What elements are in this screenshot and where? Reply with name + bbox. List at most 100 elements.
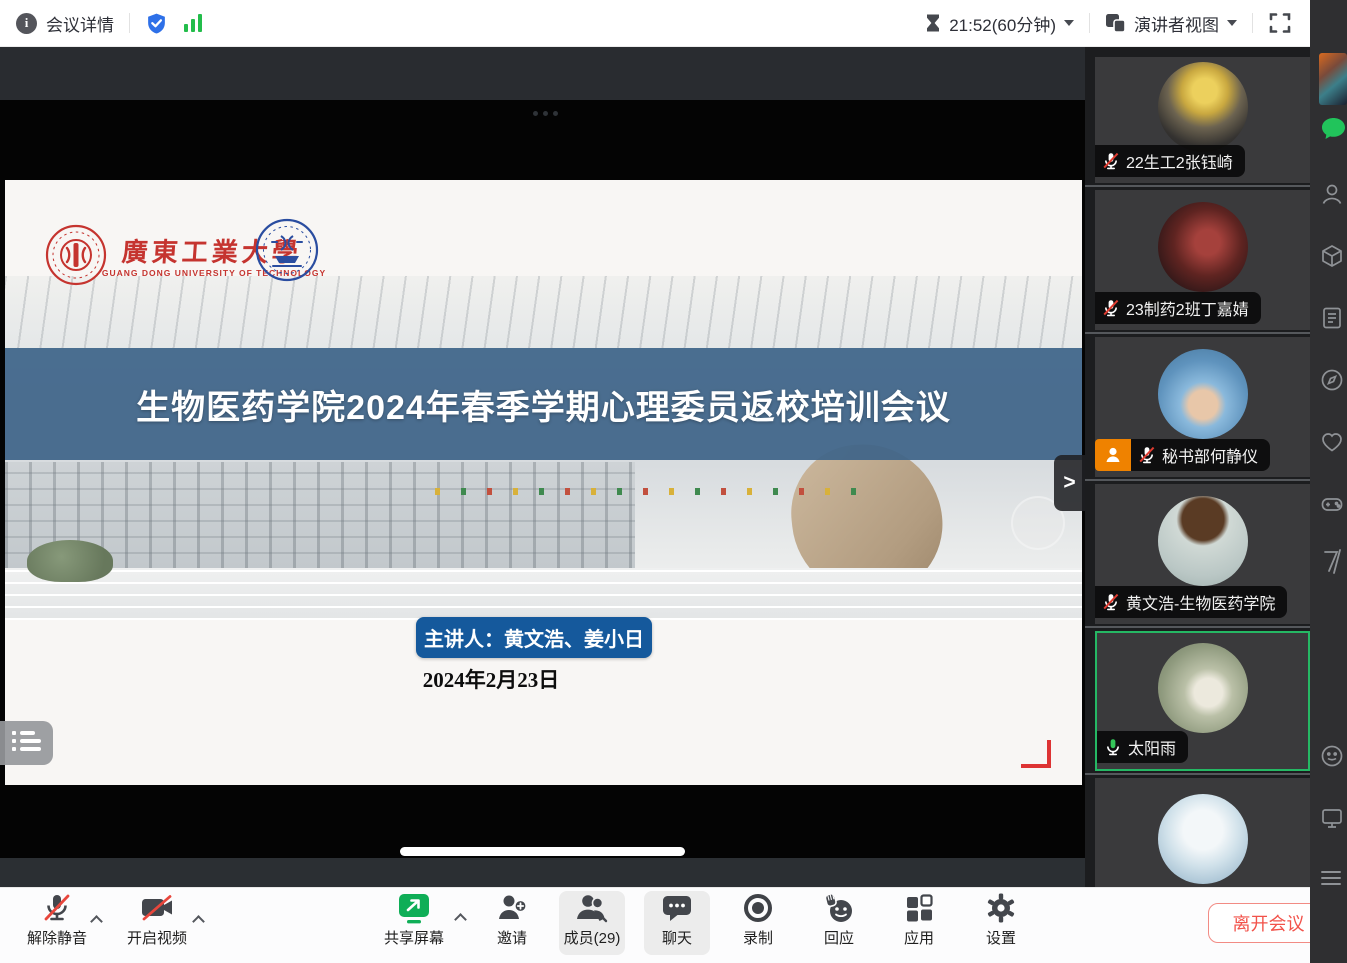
dock-smiley-icon[interactable] xyxy=(1320,744,1344,773)
layout-view-icon xyxy=(1105,13,1126,33)
participant-tile[interactable]: 22生工2张钰崎 xyxy=(1095,57,1310,183)
signal-bar xyxy=(191,19,195,32)
photo-bush xyxy=(27,540,113,582)
gear-icon xyxy=(985,891,1017,925)
chat-button[interactable]: 聊天 xyxy=(644,891,710,955)
dock-cube-icon[interactable] xyxy=(1320,244,1344,273)
side-dock xyxy=(1310,0,1347,963)
apps-button[interactable]: 应用 xyxy=(873,891,965,957)
top-bar: i 会议详情 21:52(60分钟) 演讲者视图 xyxy=(0,0,1310,47)
unmute-button[interactable]: 解除静音 xyxy=(11,891,103,957)
settings-label: 设置 xyxy=(986,927,1016,948)
dock-avatar[interactable] xyxy=(1319,53,1347,105)
meeting-timer: 21:52(60分钟) xyxy=(949,11,1056,36)
mic-muted-icon xyxy=(1102,299,1120,317)
dock-compass-icon[interactable] xyxy=(1320,368,1344,397)
list-icon xyxy=(12,731,41,755)
photo-steps xyxy=(5,568,1082,620)
settings-button[interactable]: 设置 xyxy=(955,891,1047,957)
hourglass-icon xyxy=(925,13,941,33)
dock-document-icon[interactable] xyxy=(1320,306,1344,335)
tile-separator xyxy=(1085,479,1310,481)
chevron-right-icon: > xyxy=(1063,471,1075,495)
members-button[interactable]: 成员(29) xyxy=(559,891,625,955)
chat-bubble-icon xyxy=(661,891,693,925)
presentation-slide: 生物医药学院2024年春季学期心理委员返校培训会议 廣東工業大學 GUANG D… xyxy=(5,180,1082,785)
host-badge-icon xyxy=(1095,439,1131,471)
dock-monitor-icon[interactable] xyxy=(1320,806,1344,835)
invite-button[interactable]: 邀请 xyxy=(466,891,558,957)
dock-person-icon[interactable] xyxy=(1320,182,1344,211)
reactions-label: 回应 xyxy=(824,927,854,948)
participant-tile[interactable]: 秘书部何静仪 xyxy=(1095,337,1310,477)
network-signal-icon[interactable] xyxy=(184,14,205,32)
start-video-label: 开启视频 xyxy=(127,927,187,948)
presenters-pill: 主讲人：黄文浩、姜小日 xyxy=(416,617,652,658)
stage-bottom-strip xyxy=(0,858,1085,887)
chat-label: 聊天 xyxy=(662,927,692,948)
slide-list-button[interactable] xyxy=(0,721,53,765)
dock-menu-icon[interactable] xyxy=(1320,868,1342,893)
dock-game-icon[interactable] xyxy=(1320,492,1344,521)
unmute-label: 解除静音 xyxy=(27,927,87,948)
fullscreen-icon[interactable] xyxy=(1268,11,1292,35)
signal-bar xyxy=(184,24,188,32)
participant-tile-speaking[interactable]: 太阳雨 xyxy=(1095,631,1310,771)
members-icon xyxy=(574,891,610,925)
dock-heart-icon[interactable] xyxy=(1320,430,1344,459)
mic-muted-icon xyxy=(41,891,73,925)
invite-person-icon xyxy=(496,891,528,925)
camera-off-icon xyxy=(139,891,175,925)
mic-muted-icon xyxy=(1138,446,1156,464)
presenters-text: 主讲人：黄文浩、姜小日 xyxy=(424,623,644,652)
drag-dots xyxy=(533,111,563,116)
dock-chat-icon[interactable] xyxy=(1320,116,1347,147)
tile-separator xyxy=(1085,626,1310,628)
participant-tile[interactable]: 黄文浩-生物医药学院 xyxy=(1095,484,1310,624)
view-mode-label[interactable]: 演讲者视图 xyxy=(1134,11,1219,36)
leave-meeting-label: 离开会议 xyxy=(1233,910,1305,936)
signal-bar xyxy=(198,14,202,32)
info-icon[interactable]: i xyxy=(16,13,37,34)
mic-muted-icon xyxy=(1102,593,1120,611)
stage-top-strip xyxy=(0,47,1085,100)
participants-panel: 22生工2张钰崎 23制药2班丁嘉婧 xyxy=(1085,47,1310,963)
members-label: 成员(29) xyxy=(564,927,621,948)
red-corner-mark xyxy=(1021,740,1051,768)
dock-seven-icon[interactable] xyxy=(1320,548,1344,579)
invite-label: 邀请 xyxy=(497,927,527,948)
logo-row: 廣東工業大學 GUANG DONG UNIVERSITY OF TECHNOLO… xyxy=(5,180,1082,300)
mic-muted-icon xyxy=(1102,152,1120,170)
reactions-button[interactable]: 回应 xyxy=(793,891,885,957)
avatar xyxy=(1158,62,1248,152)
slide-date: 2024年2月23日 xyxy=(373,664,609,694)
share-screen-label: 共享屏幕 xyxy=(384,927,444,948)
participant-name: 23制药2班丁嘉婧 xyxy=(1126,296,1249,320)
divider xyxy=(1089,13,1090,33)
view-dropdown-icon[interactable] xyxy=(1227,20,1237,26)
timer-dropdown-icon[interactable] xyxy=(1064,20,1074,26)
record-icon xyxy=(742,891,774,925)
tile-separator xyxy=(1085,332,1310,334)
next-slide-button[interactable]: > xyxy=(1054,455,1085,511)
record-button[interactable]: 录制 xyxy=(712,891,804,957)
participant-name: 22生工2张钰崎 xyxy=(1126,149,1233,173)
slide-title: 生物医药学院2024年春季学期心理委员返校培训会议 xyxy=(136,380,951,429)
participant-name: 黄文浩-生物医药学院 xyxy=(1126,590,1275,614)
meeting-details-label[interactable]: 会议详情 xyxy=(46,11,114,36)
apps-grid-icon xyxy=(903,891,935,925)
avatar xyxy=(1158,496,1248,586)
slide-progress-bar xyxy=(400,847,685,856)
college-logo-icon xyxy=(255,218,319,287)
share-screen-button[interactable]: 共享屏幕 xyxy=(368,891,460,957)
tile-separator xyxy=(1085,773,1310,775)
record-label: 录制 xyxy=(743,927,773,948)
participant-tile[interactable]: 23制药2班丁嘉婧 xyxy=(1095,190,1310,330)
avatar xyxy=(1158,202,1248,292)
start-video-button[interactable]: 开启视频 xyxy=(111,891,203,957)
divider xyxy=(129,13,130,33)
avatar xyxy=(1158,643,1248,733)
mic-active-icon xyxy=(1104,738,1122,756)
security-shield-icon[interactable] xyxy=(145,12,168,35)
share-screen-icon xyxy=(396,891,432,925)
